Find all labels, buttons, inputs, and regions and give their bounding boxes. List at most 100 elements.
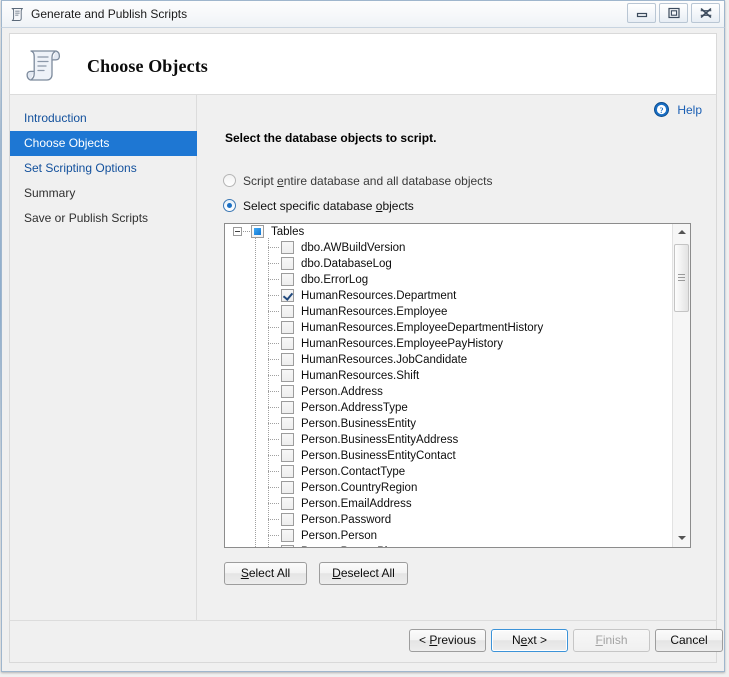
- tree-connector: [268, 343, 280, 344]
- tree-checkbox[interactable]: [281, 369, 294, 382]
- tree-item-label: Person.Password: [301, 514, 392, 526]
- tree-item-label: Person.AddressType: [301, 402, 408, 414]
- sidebar-item-label: Save or Publish Scripts: [24, 211, 149, 225]
- tree-checkbox[interactable]: [281, 449, 294, 462]
- tree-connector: [268, 391, 280, 392]
- tree-connector: [268, 327, 280, 328]
- tree-checkbox[interactable]: [251, 225, 264, 238]
- tree-connector: [268, 407, 280, 408]
- tree-checkbox[interactable]: [281, 417, 294, 430]
- select-all-button[interactable]: Select All: [224, 562, 307, 585]
- tree-item[interactable]: HumanResources.Department: [225, 288, 674, 304]
- sidebar-item-save-or-publish-scripts[interactable]: Save or Publish Scripts: [10, 206, 196, 231]
- tree-checkbox[interactable]: [281, 545, 294, 547]
- tree-checkbox[interactable]: [281, 401, 294, 414]
- tree-checkbox[interactable]: [281, 433, 294, 446]
- tree-item[interactable]: dbo.ErrorLog: [225, 272, 674, 288]
- tree-item[interactable]: Person.BusinessEntity: [225, 416, 674, 432]
- tree-item-label: Person.CountryRegion: [301, 482, 418, 494]
- tree-item[interactable]: dbo.AWBuildVersion: [225, 240, 674, 256]
- help-circle-icon[interactable]: ?: [654, 102, 669, 117]
- tree-item[interactable]: Person.Password: [225, 512, 674, 528]
- radio-script-entire-database[interactable]: Script entire database and all database …: [223, 174, 493, 188]
- sidebar-item-introduction[interactable]: Introduction: [10, 106, 196, 131]
- tree-item-label: Person.BusinessEntityAddress: [301, 434, 459, 446]
- collapse-expander-icon[interactable]: [233, 227, 242, 236]
- window-title: Generate and Publish Scripts: [31, 7, 188, 21]
- tree-checkbox[interactable]: [281, 257, 294, 270]
- sidebar-item-label: Choose Objects: [24, 136, 110, 150]
- object-tree[interactable]: Tables dbo.AWBuildVersion dbo.DatabaseLog…: [225, 224, 674, 547]
- scroll-down-arrow-icon[interactable]: [673, 530, 690, 547]
- tree-item[interactable]: Person.ContactType: [225, 464, 674, 480]
- sidebar-item-choose-objects[interactable]: Choose Objects: [10, 131, 210, 156]
- tree-item[interactable]: Person.Person: [225, 528, 674, 544]
- scrollbar-grip-icon: [678, 274, 685, 281]
- tree-checkbox[interactable]: [281, 289, 294, 302]
- content-pane: ? Help Select the database objects to sc…: [197, 95, 716, 620]
- tree-item[interactable]: Person.PersonPhone: [225, 544, 674, 547]
- tree-item-label: HumanResources.JobCandidate: [301, 354, 468, 366]
- help-link[interactable]: Help: [677, 103, 702, 117]
- sidebar-item-label: Set Scripting Options: [24, 161, 137, 175]
- close-button[interactable]: [691, 3, 720, 23]
- tree-connector: [268, 375, 280, 376]
- tree-item-label: HumanResources.Department: [301, 290, 457, 302]
- scrollbar-thumb[interactable]: [674, 244, 689, 312]
- tree-item[interactable]: Person.BusinessEntityAddress: [225, 432, 674, 448]
- tree-checkbox[interactable]: [281, 481, 294, 494]
- maximize-button[interactable]: [659, 3, 688, 23]
- sidebar-item-summary[interactable]: Summary: [10, 181, 196, 206]
- tree-item-label: dbo.DatabaseLog: [301, 258, 392, 270]
- tree-item[interactable]: HumanResources.Employee: [225, 304, 674, 320]
- tree-item-label: Person.PersonPhone: [301, 544, 410, 547]
- tree-item[interactable]: HumanResources.EmployeePayHistory: [225, 336, 674, 352]
- tree-item-label: Person.BusinessEntityContact: [301, 450, 456, 462]
- tree-root-node-tables[interactable]: Tables: [225, 224, 674, 240]
- next-button[interactable]: Next >: [491, 629, 568, 652]
- cancel-button[interactable]: Cancel: [655, 629, 723, 652]
- tree-checkbox[interactable]: [281, 353, 294, 366]
- tree-checkbox[interactable]: [281, 529, 294, 542]
- tree-checkbox[interactable]: [281, 241, 294, 254]
- tree-connector: [268, 247, 280, 248]
- wizard-step-sidebar: Introduction Choose Objects Set Scriptin…: [10, 95, 210, 620]
- sidebar-item-set-scripting-options[interactable]: Set Scripting Options: [10, 156, 196, 181]
- tree-item[interactable]: Person.AddressType: [225, 400, 674, 416]
- tree-item[interactable]: Person.BusinessEntityContact: [225, 448, 674, 464]
- radio-select-specific-objects[interactable]: Select specific database objects: [223, 199, 414, 213]
- sidebar-item-label: Summary: [24, 186, 76, 200]
- minimize-button[interactable]: [627, 3, 656, 23]
- tree-node-label: Tables: [271, 226, 305, 238]
- object-tree-panel[interactable]: Tables dbo.AWBuildVersion dbo.DatabaseLog…: [224, 223, 691, 548]
- scroll-up-arrow-icon[interactable]: [673, 224, 690, 241]
- tree-item[interactable]: Person.Address: [225, 384, 674, 400]
- page-banner: Choose Objects: [9, 33, 717, 94]
- radio-indicator: [223, 199, 236, 212]
- tree-checkbox[interactable]: [281, 337, 294, 350]
- tree-item[interactable]: HumanResources.Shift: [225, 368, 674, 384]
- tree-item[interactable]: HumanResources.JobCandidate: [225, 352, 674, 368]
- tree-item[interactable]: Person.CountryRegion: [225, 480, 674, 496]
- wizard-footer: < Previous Next > Finish Cancel: [9, 621, 723, 663]
- tree-connector: [268, 263, 280, 264]
- deselect-all-button[interactable]: Deselect All: [319, 562, 408, 585]
- tree-checkbox[interactable]: [281, 385, 294, 398]
- tree-item[interactable]: dbo.DatabaseLog: [225, 256, 674, 272]
- radio-indicator: [223, 174, 236, 187]
- tree-connector: [268, 487, 280, 488]
- tree-checkbox[interactable]: [281, 321, 294, 334]
- tree-vertical-scrollbar[interactable]: [672, 224, 690, 547]
- previous-button[interactable]: < Previous: [409, 629, 486, 652]
- tree-item[interactable]: Person.EmailAddress: [225, 496, 674, 512]
- tree-checkbox[interactable]: [281, 305, 294, 318]
- tree-item[interactable]: HumanResources.EmployeeDepartmentHistory: [225, 320, 674, 336]
- tree-checkbox[interactable]: [281, 513, 294, 526]
- tree-checkbox[interactable]: [281, 273, 294, 286]
- tree-checkbox[interactable]: [281, 497, 294, 510]
- tree-checkbox[interactable]: [281, 465, 294, 478]
- sidebar-item-label: Introduction: [24, 111, 87, 125]
- tree-item-label: Person.ContactType: [301, 466, 406, 478]
- page-title: Choose Objects: [87, 56, 208, 76]
- tree-connector: [268, 439, 280, 440]
